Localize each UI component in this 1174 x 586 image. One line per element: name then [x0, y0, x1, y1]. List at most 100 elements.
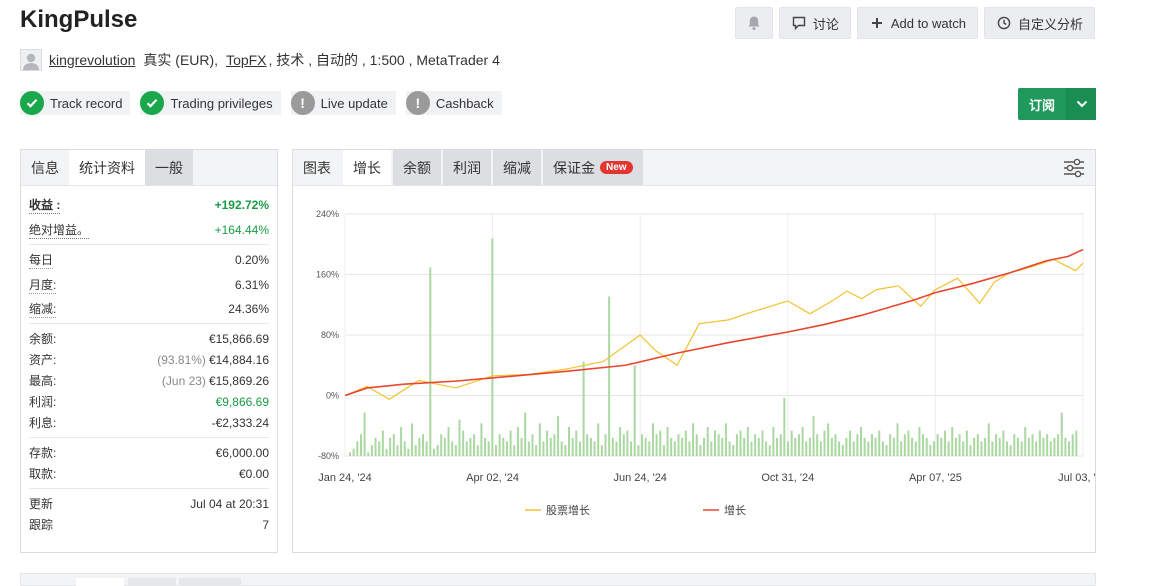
- stat-gain: 收益 : +192.72%: [29, 197, 269, 214]
- bar: [918, 427, 921, 456]
- bar: [973, 437, 976, 456]
- tab-balance[interactable]: 余额: [393, 150, 441, 185]
- bar: [911, 437, 914, 456]
- bar: [1020, 441, 1023, 456]
- bar: [838, 441, 841, 456]
- bar: [867, 441, 870, 456]
- tab-growth[interactable]: 增长: [343, 150, 391, 185]
- bar: [754, 434, 757, 456]
- badge-trading-privileges[interactable]: Trading privileges: [140, 91, 281, 115]
- custom-analysis-button[interactable]: 自定义分析: [983, 7, 1095, 39]
- watch-label: Add to watch: [890, 15, 966, 31]
- bar: [593, 441, 596, 456]
- stat-updated: 更新 Jul 04 at 20:31: [29, 496, 269, 512]
- check-icon: [20, 91, 44, 115]
- badge-label: Track record: [50, 95, 123, 111]
- bar: [422, 434, 424, 456]
- bar: [370, 445, 373, 456]
- bar: [1027, 437, 1030, 456]
- bar: [732, 445, 735, 456]
- bar: [787, 441, 789, 456]
- avatar[interactable]: [20, 49, 42, 71]
- bar: [695, 434, 698, 456]
- bar: [823, 430, 826, 456]
- bar: [462, 430, 465, 456]
- bar: [987, 423, 990, 456]
- add-to-watch-button[interactable]: Add to watch: [856, 7, 978, 39]
- broker-link[interactable]: TopFX: [226, 52, 266, 68]
- tab-drawdown[interactable]: 缩减: [493, 150, 541, 185]
- settings-sliders-icon[interactable]: [1063, 158, 1085, 183]
- stats-panel: 信息 统计资料 一般 收益 : +192.72% 绝对增益。 +164.44% …: [20, 149, 278, 553]
- account-details: , 技术 , 自动的 , 1:500 , MetaTrader 4: [268, 52, 500, 68]
- tab-margin[interactable]: 保证金 New: [543, 150, 643, 185]
- tab-info[interactable]: 信息: [21, 150, 69, 185]
- bar: [356, 441, 359, 456]
- series-line-0: [344, 248, 1084, 397]
- bar: [1049, 441, 1052, 456]
- page-title: KingPulse: [20, 6, 138, 33]
- tab-statistics[interactable]: 统计资料: [69, 150, 145, 185]
- tab-chart[interactable]: 图表: [293, 150, 341, 185]
- bar: [699, 445, 702, 456]
- bar: [991, 441, 994, 456]
- stats-list: 收益 : +192.72% 绝对增益。 +164.44% 每日 0.20% 月度…: [21, 186, 277, 539]
- bar: [998, 437, 1001, 456]
- bar: [1038, 430, 1041, 456]
- tab-general[interactable]: 一般: [145, 150, 193, 185]
- bar: [735, 434, 738, 456]
- account-meta: kingrevolution 真实 (EUR), TopFX , 技术 , 自动…: [20, 49, 500, 71]
- bar: [509, 430, 512, 456]
- bar: [604, 434, 607, 456]
- bar: [801, 427, 804, 456]
- y-tick-label: -80%: [318, 451, 339, 461]
- chevron-down-icon[interactable]: [1066, 88, 1096, 120]
- stats-tabs: 信息 统计资料 一般: [21, 150, 277, 186]
- bar: [469, 437, 472, 456]
- bar: [870, 434, 873, 456]
- bar: [502, 437, 505, 456]
- notification-button[interactable]: [734, 7, 773, 39]
- bar: [860, 427, 862, 456]
- exclamation-icon: !: [290, 91, 315, 115]
- bar: [710, 441, 713, 456]
- bar: [411, 423, 414, 456]
- subscribe-button[interactable]: 订阅: [1018, 88, 1096, 120]
- bar: [728, 441, 731, 456]
- bar: [896, 423, 899, 456]
- bar: [615, 441, 618, 456]
- bar: [641, 434, 643, 456]
- bar: [480, 423, 483, 456]
- bar: [925, 437, 928, 456]
- bar: [363, 412, 366, 456]
- new-badge: New: [600, 161, 633, 174]
- bar: [396, 445, 399, 456]
- badge-cashback[interactable]: ! Cashback: [405, 91, 502, 115]
- bar: [881, 441, 884, 456]
- bar: [582, 361, 585, 456]
- badge-track-record[interactable]: Track record: [20, 91, 131, 115]
- bar: [1075, 430, 1078, 456]
- bar: [476, 445, 479, 456]
- bar: [768, 445, 771, 456]
- bar: [578, 441, 581, 456]
- stat-profit: 利润: €9,866.69: [29, 394, 269, 410]
- tab-profit[interactable]: 利润: [443, 150, 491, 185]
- y-tick-label: 160%: [316, 270, 339, 280]
- growth-chart: 240% 160% 80% 0% -80% Jan 24, '24 Apr 02, '24 J…: [316, 209, 1095, 517]
- x-tick-label: Jan 24, '24: [318, 472, 371, 484]
- bar: [389, 437, 392, 456]
- bar: [1071, 434, 1074, 456]
- bar: [805, 441, 808, 456]
- badge-live-update[interactable]: ! Live update: [290, 91, 396, 115]
- x-tick-label: Jun 24, '24: [613, 472, 666, 484]
- bar: [922, 434, 925, 456]
- bar: [951, 427, 954, 456]
- bar: [378, 441, 381, 456]
- bar: [520, 437, 523, 456]
- username-link[interactable]: kingrevolution: [49, 52, 135, 68]
- bar: [907, 430, 910, 456]
- bar: [874, 437, 877, 456]
- discuss-button[interactable]: 讨论: [778, 7, 851, 39]
- user-icon: [23, 53, 39, 70]
